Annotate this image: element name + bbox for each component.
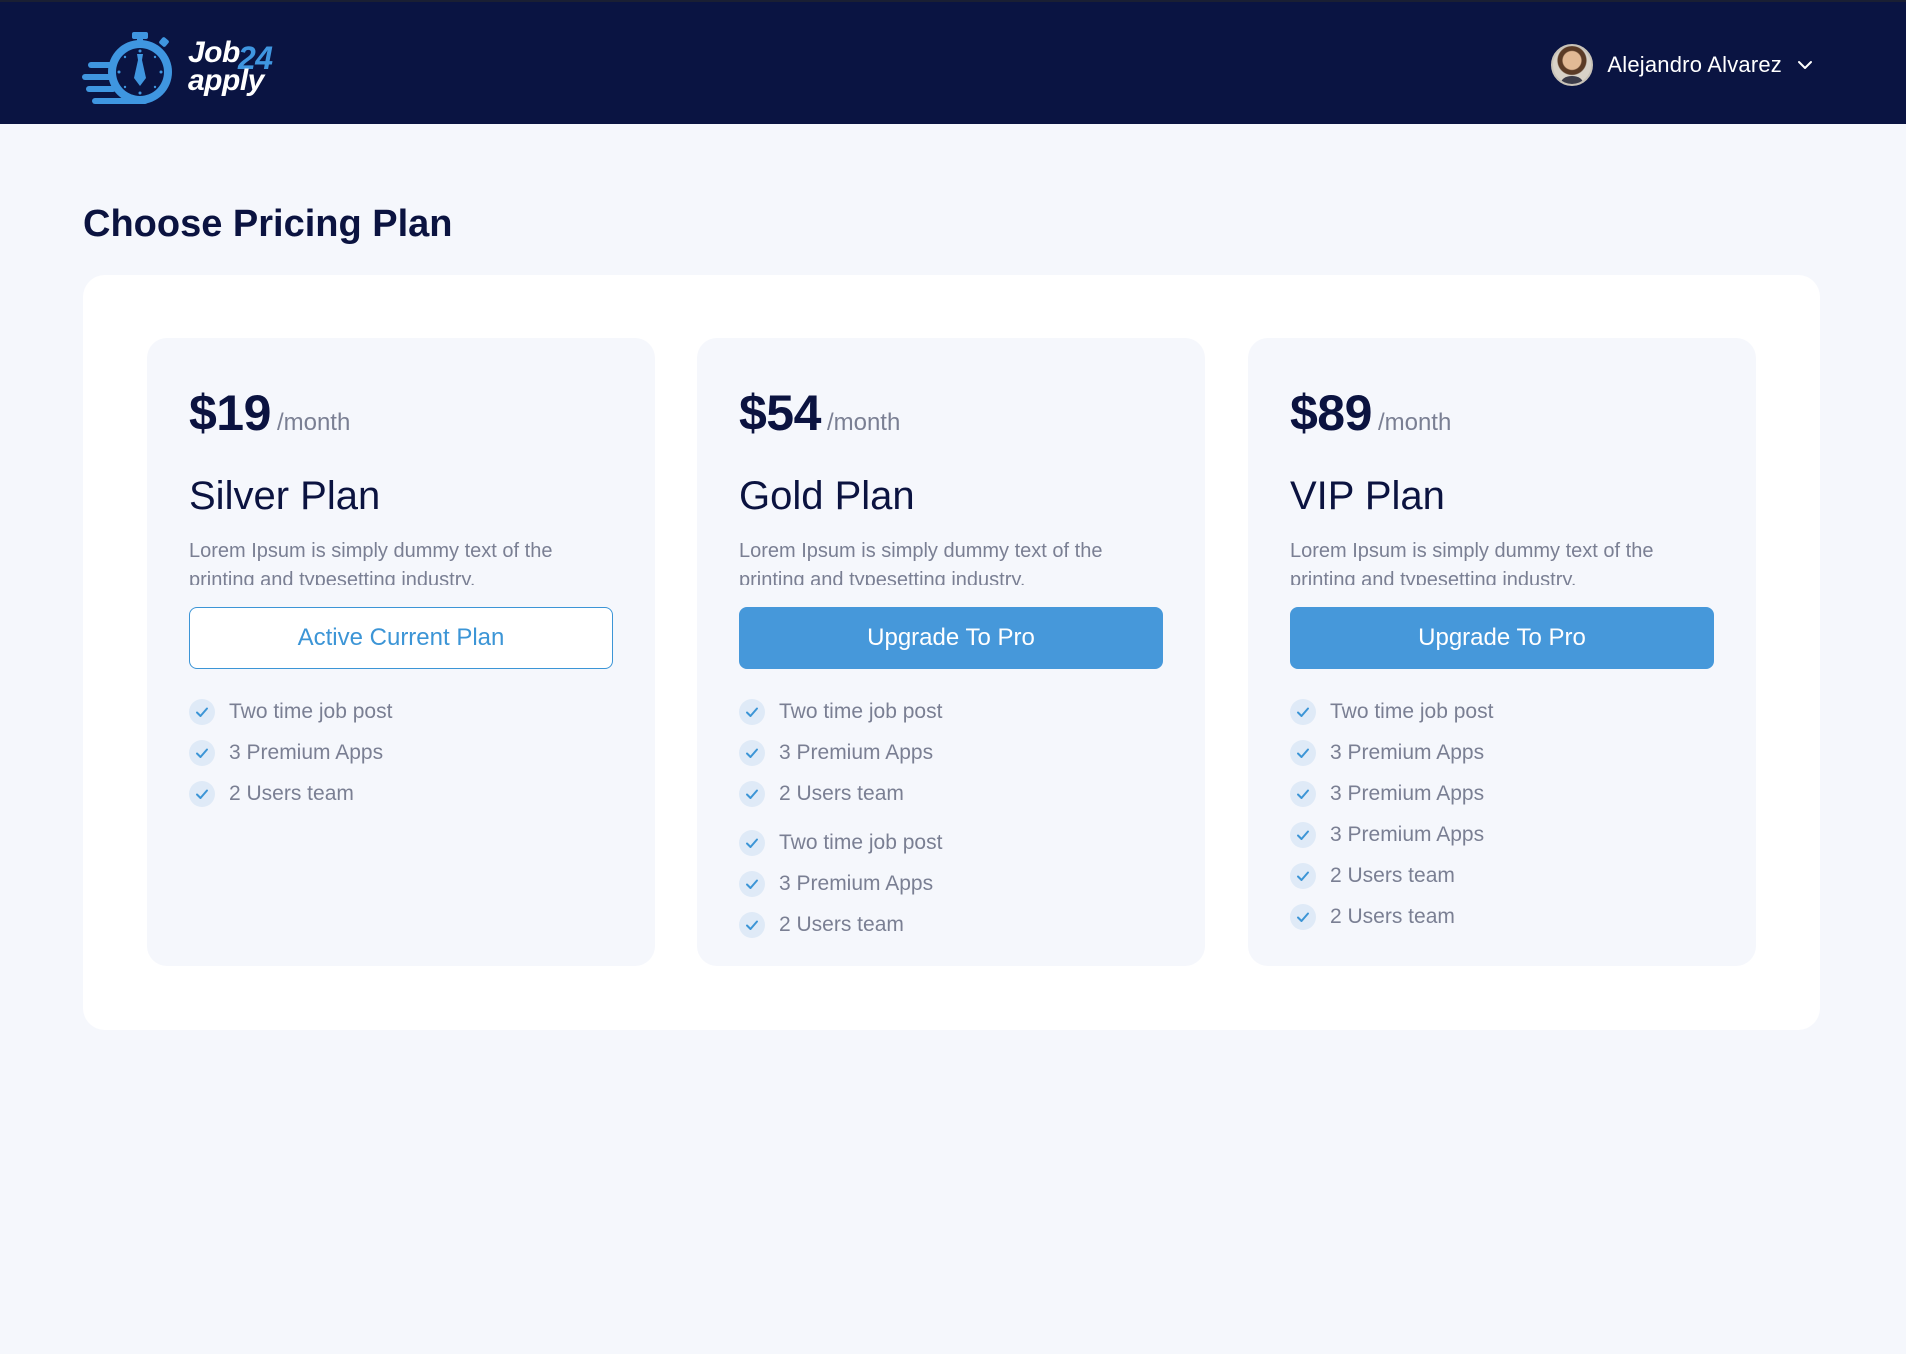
feature-item: Two time job post [739, 822, 1163, 863]
feature-item: 3 Premium Apps [1290, 732, 1714, 773]
check-icon [739, 780, 765, 807]
feature-label: 3 Premium Apps [229, 740, 384, 764]
feature-label: 3 Premium Apps [779, 740, 934, 764]
feature-item: 2 Users team [739, 904, 1163, 945]
feature-label: 2 Users team [229, 781, 354, 805]
check-icon [1290, 698, 1316, 725]
pricing-card-vip: $89 /month VIP Plan Lorem Ipsum is simpl… [1248, 338, 1756, 966]
check-icon [189, 698, 215, 725]
check-icon [739, 739, 765, 766]
check-icon [1290, 780, 1316, 807]
feature-item: Two time job post [189, 691, 613, 732]
chevron-down-icon[interactable] [1796, 56, 1814, 74]
pricing-panel: $19 /month Silver Plan Lorem Ipsum is si… [83, 275, 1820, 1030]
feature-item: Two time job post [1290, 691, 1714, 732]
plan-price: $89 [1290, 385, 1372, 441]
feature-label: Two time job post [1330, 699, 1494, 723]
feature-label: 2 Users team [779, 912, 904, 936]
feature-item: Two time job post [739, 691, 1163, 732]
feature-item: 3 Premium Apps [739, 732, 1163, 773]
feature-item: 2 Users team [739, 773, 1163, 814]
page-title: Choose Pricing Plan [83, 203, 453, 245]
plan-description: Lorem Ipsum is simply dummy text of the … [739, 540, 1103, 585]
plan-description: Lorem Ipsum is simply dummy text of the … [189, 540, 553, 585]
plan-name: VIP Plan [1290, 474, 1445, 518]
feature-item: 2 Users team [189, 773, 613, 814]
logo-text-apply: apply [188, 64, 264, 97]
feature-item: 3 Premium Apps [189, 732, 613, 773]
feature-label: 2 Users team [1330, 904, 1455, 928]
plan-name: Gold Plan [739, 474, 915, 518]
feature-item: 3 Premium Apps [739, 863, 1163, 904]
feature-list: Two time job post 3 Premium Apps 2 Users… [739, 691, 1163, 945]
check-icon [739, 698, 765, 725]
pricing-card-silver: $19 /month Silver Plan Lorem Ipsum is si… [147, 338, 655, 966]
check-icon [739, 911, 765, 938]
feature-label: 2 Users team [779, 781, 904, 805]
feature-label: Two time job post [229, 699, 393, 723]
feature-item: 3 Premium Apps [1290, 773, 1714, 814]
check-icon [1290, 862, 1316, 889]
plan-name: Silver Plan [189, 474, 381, 518]
check-icon [739, 870, 765, 897]
feature-label: 3 Premium Apps [1330, 822, 1485, 846]
price-row: $54 /month [739, 384, 1163, 444]
job24apply-logo[interactable]: Job 24 apply [82, 30, 292, 110]
feature-list: Two time job post 3 Premium Apps 2 Users… [189, 691, 613, 814]
feature-list: Two time job post 3 Premium Apps 3 Premi… [1290, 691, 1714, 937]
user-menu[interactable]: Alejandro Alvarez [1551, 44, 1814, 86]
price-row: $89 /month [1290, 384, 1714, 444]
plan-period: /month [276, 409, 351, 436]
plan-price: $54 [739, 385, 821, 441]
stopwatch-logo-icon [82, 32, 172, 104]
price-row: $19 /month [189, 384, 613, 444]
check-icon [189, 780, 215, 807]
check-icon [739, 829, 765, 856]
check-icon [1290, 821, 1316, 848]
feature-item: 3 Premium Apps [1290, 814, 1714, 855]
feature-item: 2 Users team [1290, 896, 1714, 937]
plan-period: /month [826, 409, 901, 436]
plan-period: /month [1377, 409, 1452, 436]
top-navbar: Job 24 apply Alejandro Alvarez [0, 0, 1906, 124]
check-icon [1290, 903, 1316, 930]
feature-label: Two time job post [779, 830, 943, 854]
plan-price: $19 [189, 385, 271, 441]
check-icon [1290, 739, 1316, 766]
feature-label: 2 Users team [1330, 863, 1455, 887]
pricing-card-gold: $54 /month Gold Plan Lorem Ipsum is simp… [697, 338, 1205, 966]
check-icon [189, 739, 215, 766]
active-current-plan-button[interactable]: Active Current Plan [189, 607, 613, 669]
feature-label: 3 Premium Apps [1330, 740, 1485, 764]
feature-label: Two time job post [779, 699, 943, 723]
feature-label: 3 Premium Apps [1330, 781, 1485, 805]
feature-item: 2 Users team [1290, 855, 1714, 896]
feature-label: 3 Premium Apps [779, 871, 934, 895]
user-name: Alejandro Alvarez [1607, 52, 1782, 77]
plan-description: Lorem Ipsum is simply dummy text of the … [1290, 540, 1654, 585]
upgrade-to-pro-button[interactable]: Upgrade To Pro [739, 607, 1163, 669]
avatar[interactable] [1551, 44, 1594, 86]
upgrade-to-pro-button[interactable]: Upgrade To Pro [1290, 607, 1714, 669]
